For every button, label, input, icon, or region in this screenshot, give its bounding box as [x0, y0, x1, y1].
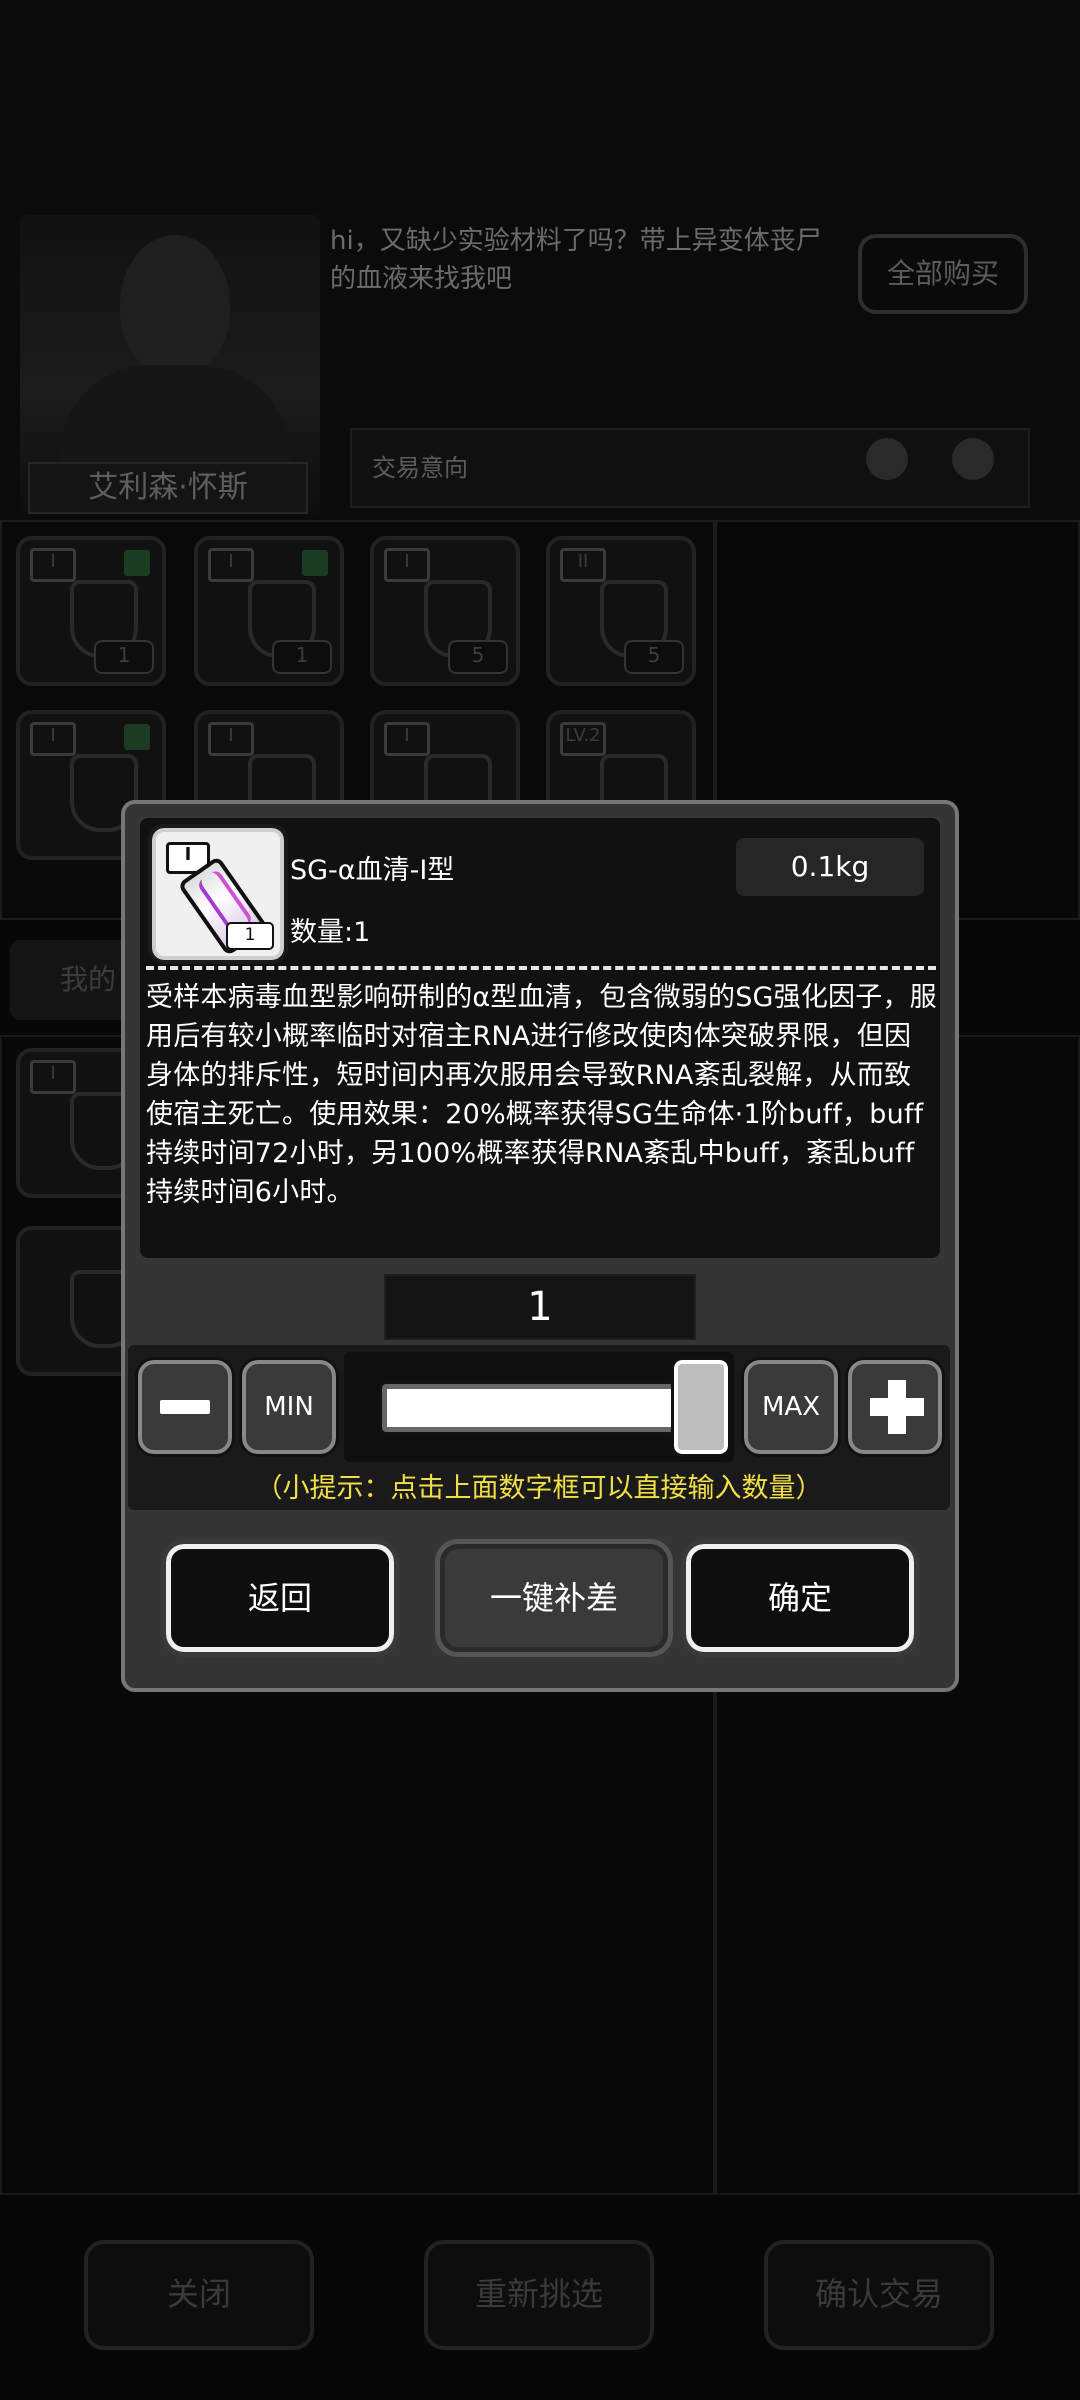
shop-slot[interactable]: I 1 [194, 536, 344, 686]
quantity-input[interactable]: 1 [384, 1274, 696, 1340]
npc-speech: hi，又缺少实验材料了吗？带上异变体丧尸的血液来找我吧 [330, 226, 822, 294]
quantity-hint: （小提示：点击上面数字框可以直接输入数量） [255, 1473, 823, 1504]
decrement-button[interactable] [135, 1357, 235, 1457]
fill-gap-button[interactable]: 一键补差 [435, 1539, 673, 1657]
item-icon-count: 1 [226, 922, 274, 950]
slot-count: 5 [448, 640, 508, 674]
slider-thumb[interactable] [671, 1357, 731, 1457]
tier-badge: I [208, 722, 254, 756]
item-weight: 0.1kg [736, 838, 924, 896]
max-button[interactable]: MAX [741, 1357, 841, 1457]
npc-name: 艾利森·怀斯 [28, 462, 308, 514]
stock-flag-icon [302, 550, 328, 576]
tier-badge: LV.2 [560, 722, 606, 756]
back-button[interactable]: 返回 [161, 1539, 399, 1657]
reselect-button[interactable]: 重新挑选 [424, 2240, 654, 2350]
close-button[interactable]: 关闭 [84, 2240, 314, 2350]
stock-flag-icon [124, 550, 150, 576]
tier-badge: I [384, 548, 430, 582]
shop-slot[interactable]: I 5 [370, 536, 520, 686]
slot-count: 1 [94, 640, 154, 674]
confirm-trade-button[interactable]: 确认交易 [764, 2240, 994, 2350]
tier-badge: I [384, 722, 430, 756]
shop-slot[interactable]: I 1 [16, 536, 166, 686]
item-name: SG-α血清-Ⅰ型 [290, 855, 455, 886]
tier-badge: I [208, 548, 254, 582]
tier-badge: I [30, 722, 76, 756]
tier-badge: II [560, 548, 606, 582]
confirm-button[interactable]: 确定 [681, 1539, 919, 1657]
tier-badge: I [30, 548, 76, 582]
item-icon: I 1 [148, 824, 288, 964]
item-quantity-label: 数量:1 [290, 917, 371, 948]
neutral-face-icon[interactable] [866, 438, 908, 480]
tier-badge: I [30, 1060, 76, 1094]
minus-icon [160, 1400, 210, 1414]
buy-all-button[interactable]: 全部购买 [858, 234, 1028, 314]
happy-face-icon[interactable] [952, 438, 994, 480]
slot-count: 1 [272, 640, 332, 674]
slot-count: 5 [624, 640, 684, 674]
divider [146, 966, 936, 970]
stock-flag-icon [124, 724, 150, 750]
min-button[interactable]: MIN [239, 1357, 339, 1457]
trade-intent-bar: 交易意向 [350, 428, 1030, 508]
increment-button[interactable] [845, 1357, 945, 1457]
item-description: 受样本病毒血型影响研制的α型血清，包含微弱的SG强化因子，服用后有较小概率临时对… [146, 982, 937, 1208]
shop-slot[interactable]: II 5 [546, 536, 696, 686]
slider-track[interactable] [379, 1381, 687, 1435]
